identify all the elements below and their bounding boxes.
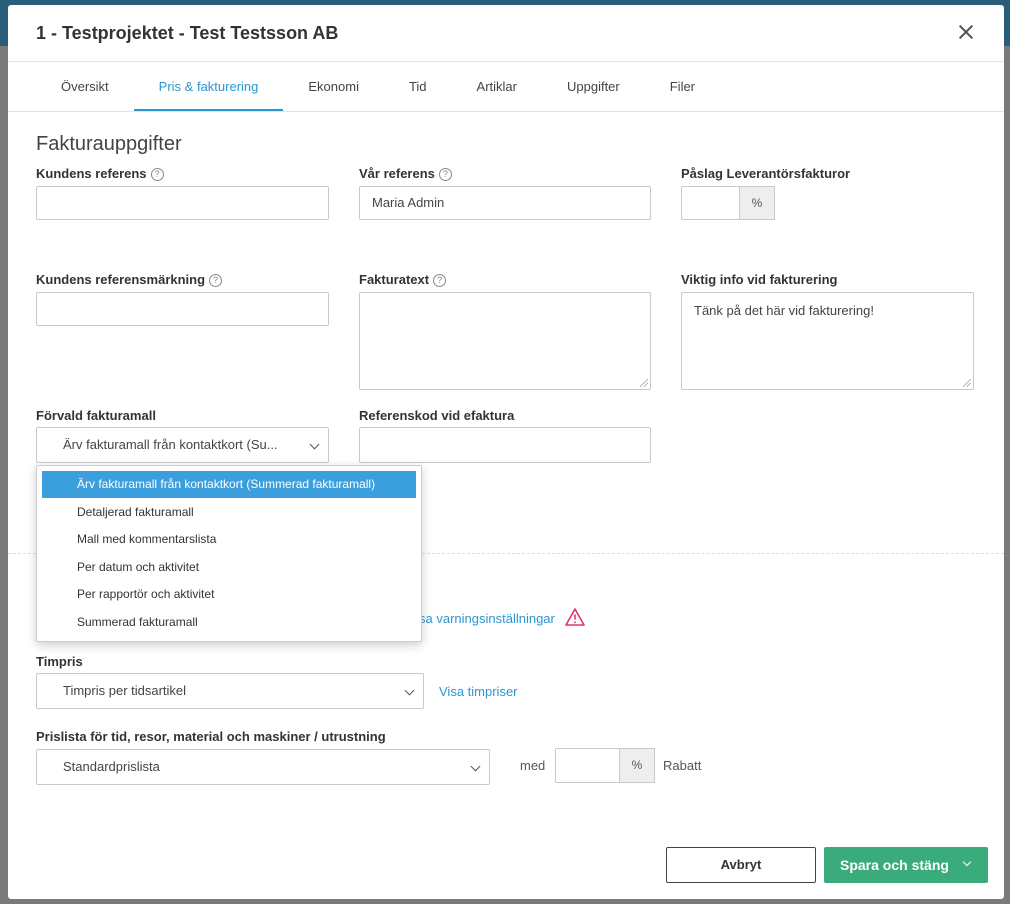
med-text: med bbox=[520, 758, 546, 773]
percent-addon: % bbox=[619, 748, 655, 783]
paslag-label: Påslag Leverantörsfakturor bbox=[681, 166, 851, 181]
help-icon[interactable]: ? bbox=[438, 168, 452, 181]
percent-addon: % bbox=[739, 186, 775, 220]
warning-icon bbox=[565, 608, 585, 626]
save-and-close-button[interactable]: Spara och stäng bbox=[824, 847, 988, 883]
viktig-info-textarea[interactable]: Tänk på det här vid fakturering! bbox=[681, 292, 974, 390]
resize-handle-icon[interactable] bbox=[640, 379, 648, 387]
referensmarkning-label: Kundens referensmärkning? bbox=[36, 272, 223, 287]
timpris-select[interactable]: Timpris per tidsartikel bbox=[36, 673, 424, 709]
select-value: Standardprislista bbox=[63, 759, 160, 774]
label-text: Fakturatext bbox=[359, 272, 430, 287]
var-referens-label: Vår referens? bbox=[359, 166, 452, 181]
select-value: Ärv fakturamall från kontaktkort (Su... bbox=[63, 437, 278, 452]
cancel-button[interactable]: Avbryt bbox=[666, 847, 816, 883]
paslag-input[interactable] bbox=[681, 186, 740, 220]
tab-tid[interactable]: Tid bbox=[384, 61, 452, 112]
dropdown-option[interactable]: Per rapportör och aktivitet bbox=[42, 581, 416, 608]
referenskod-input[interactable] bbox=[359, 427, 651, 463]
dropdown-option[interactable]: Summerad fakturamall bbox=[42, 609, 416, 636]
resize-handle-icon[interactable] bbox=[963, 379, 971, 387]
dropdown-option[interactable]: Detaljerad fakturamall bbox=[42, 499, 416, 526]
section-title: Fakturauppgifter bbox=[36, 133, 182, 155]
label-text: Kundens referensmärkning bbox=[36, 272, 206, 287]
var-referens-input[interactable]: Maria Admin bbox=[359, 186, 651, 220]
modal-title: 1 - Testprojektet - Test Testsson AB bbox=[36, 23, 339, 43]
help-icon[interactable]: ? bbox=[150, 168, 164, 181]
tab-artiklar[interactable]: Artiklar bbox=[452, 61, 542, 112]
chevron-down-icon[interactable] bbox=[962, 857, 972, 867]
warning-settings-link[interactable]: sa varningsinställningar bbox=[419, 611, 555, 626]
kundens-referens-label: Kundens referens? bbox=[36, 166, 164, 181]
fakturamall-dropdown: Ärv fakturamall från kontaktkort (Summer… bbox=[36, 465, 422, 642]
fakturatext-label: Fakturatext? bbox=[359, 272, 447, 287]
chevron-down-icon bbox=[309, 439, 320, 450]
close-icon[interactable] bbox=[956, 22, 976, 42]
fakturamall-select[interactable]: Ärv fakturamall från kontaktkort (Su... bbox=[36, 427, 329, 463]
dropdown-option[interactable]: Mall med kommentarslista bbox=[42, 526, 416, 553]
rabatt-text: Rabatt bbox=[663, 758, 702, 773]
textarea-value: Tänk på det här vid fakturering! bbox=[694, 303, 874, 318]
tab-ekonomi[interactable]: Ekonomi bbox=[283, 61, 384, 112]
prislista-select[interactable]: Standardprislista bbox=[36, 749, 490, 785]
project-modal: 1 - Testprojektet - Test Testsson AB Öve… bbox=[8, 5, 1004, 899]
label-text: Kundens referens bbox=[36, 166, 147, 181]
tab-oversikt[interactable]: Översikt bbox=[36, 61, 134, 112]
tab-uppgifter[interactable]: Uppgifter bbox=[542, 61, 645, 112]
tab-filer[interactable]: Filer bbox=[645, 61, 720, 112]
dropdown-option[interactable]: Ärv fakturamall från kontaktkort (Summer… bbox=[42, 471, 416, 498]
chevron-down-icon bbox=[470, 761, 481, 772]
chevron-down-icon bbox=[404, 685, 415, 696]
viktig-info-label: Viktig info vid fakturering bbox=[681, 272, 838, 287]
prislista-label: Prislista för tid, resor, material och m… bbox=[36, 729, 386, 744]
visa-timpriser-link[interactable]: Visa timpriser bbox=[439, 684, 518, 699]
help-icon[interactable]: ? bbox=[433, 274, 447, 287]
forvald-fakturamall-label: Förvald fakturamall bbox=[36, 408, 156, 423]
select-value: Timpris per tidsartikel bbox=[63, 683, 187, 698]
tab-bar: Översikt Pris & fakturering Ekonomi Tid … bbox=[36, 61, 720, 112]
rabatt-input[interactable] bbox=[555, 748, 620, 783]
label-text: Vår referens bbox=[359, 166, 435, 181]
referensmarkning-input[interactable] bbox=[36, 292, 329, 326]
save-label: Spara och stäng bbox=[840, 857, 949, 873]
dropdown-option[interactable]: Per datum och aktivitet bbox=[42, 554, 416, 581]
tab-pris-fakturering[interactable]: Pris & fakturering bbox=[133, 61, 284, 112]
divider bbox=[8, 111, 1004, 112]
timpris-label: Timpris bbox=[36, 654, 83, 669]
help-icon[interactable]: ? bbox=[209, 274, 223, 287]
kundens-referens-input[interactable] bbox=[36, 186, 329, 220]
fakturatext-textarea[interactable] bbox=[359, 292, 651, 390]
referenskod-label: Referenskod vid efaktura bbox=[359, 408, 515, 423]
